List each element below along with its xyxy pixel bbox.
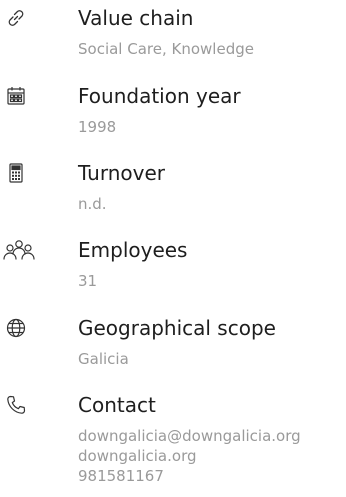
contact-values: downgalicia@downgalicia.org downgalicia.… bbox=[78, 426, 301, 486]
value-chain-label: Value chain bbox=[78, 6, 194, 30]
geographical-scope-label: Geographical scope bbox=[78, 316, 276, 340]
employees-value: 31 bbox=[78, 272, 98, 290]
contact-email-link[interactable]: downgalicia@downgalicia.org bbox=[78, 426, 301, 446]
globe-icon bbox=[4, 316, 28, 340]
turnover-value: n.d. bbox=[78, 195, 107, 213]
calculator-icon bbox=[4, 161, 28, 185]
calendar-icon bbox=[4, 84, 28, 108]
phone-icon bbox=[4, 393, 28, 417]
contact-label: Contact bbox=[78, 393, 156, 417]
contact-website-link[interactable]: downgalicia.org bbox=[78, 446, 301, 466]
foundation-year-value: 1998 bbox=[78, 118, 117, 136]
link-icon bbox=[4, 6, 28, 30]
company-info-list: Value chain Social Care, Knowledge Found… bbox=[0, 0, 346, 497]
geographical-scope-value: Galicia bbox=[78, 350, 129, 368]
contact-phone-link[interactable]: 981581167 bbox=[78, 466, 301, 486]
employees-label: Employees bbox=[78, 238, 188, 262]
turnover-label: Turnover bbox=[78, 161, 166, 185]
people-icon bbox=[2, 238, 36, 262]
foundation-year-label: Foundation year bbox=[78, 84, 241, 108]
value-chain-value: Social Care, Knowledge bbox=[78, 40, 254, 58]
